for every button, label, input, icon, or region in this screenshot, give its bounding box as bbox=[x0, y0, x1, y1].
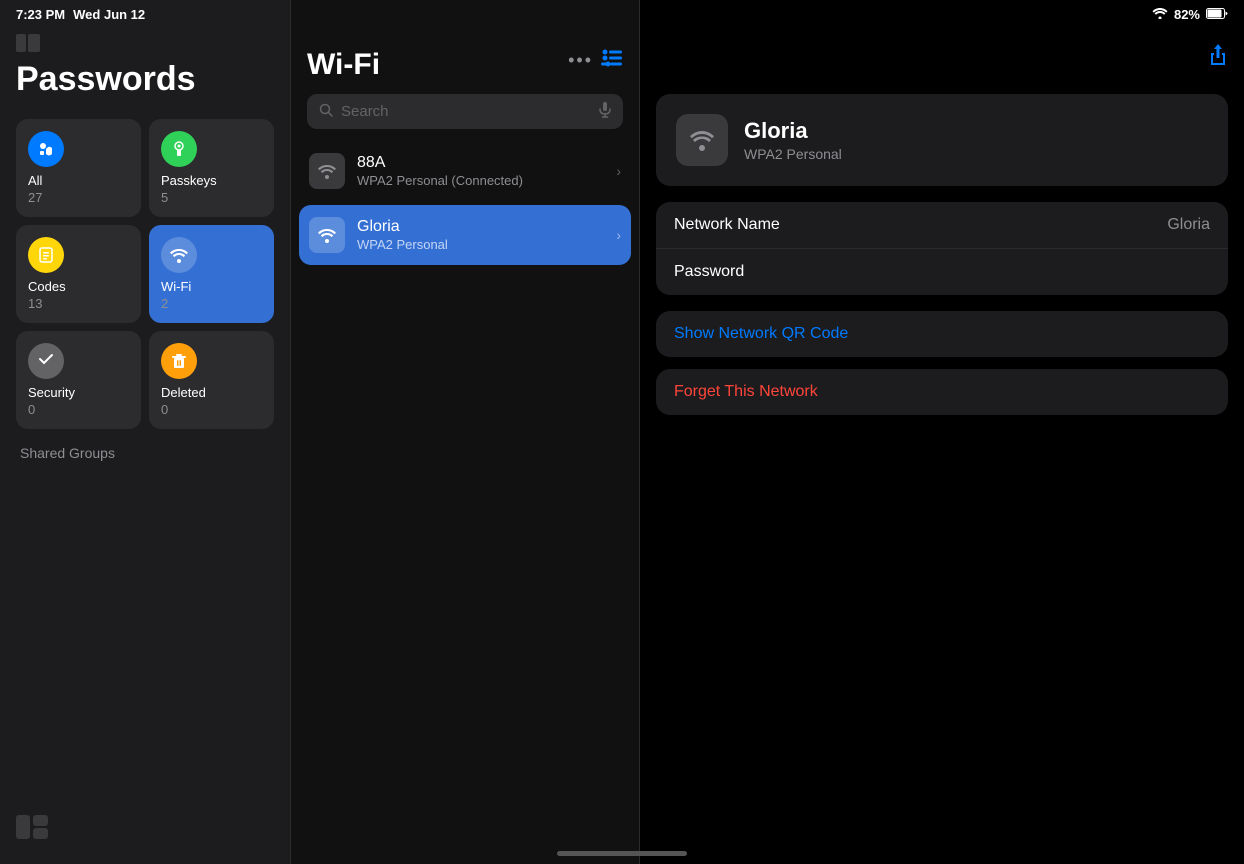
password-row[interactable]: Password bbox=[656, 249, 1228, 295]
network-sub-88a: WPA2 Personal (Connected) bbox=[357, 173, 604, 188]
network-name-88a: 88A bbox=[357, 154, 604, 172]
category-grid-2: Security 0 Deleted 0 bbox=[16, 331, 274, 429]
wifi-status-icon bbox=[1152, 7, 1168, 22]
sidebar-toggle-button[interactable] bbox=[16, 34, 40, 57]
network-item-88a[interactable]: 88A WPA2 Personal (Connected) › bbox=[299, 141, 631, 201]
wifi-label: Wi-Fi bbox=[161, 279, 262, 294]
sidebar-title: Passwords bbox=[16, 60, 274, 99]
detail-panel: Gloria WPA2 Personal Network Name Gloria… bbox=[640, 0, 1244, 864]
filter-icon[interactable] bbox=[601, 48, 623, 73]
codes-count: 13 bbox=[28, 296, 129, 311]
forget-section: Forget This Network bbox=[656, 369, 1228, 415]
info-section: Network Name Gloria Password bbox=[656, 202, 1228, 295]
network-name-value: Gloria bbox=[1167, 216, 1210, 234]
category-all[interactable]: All 27 bbox=[16, 119, 141, 217]
search-icon bbox=[319, 103, 333, 120]
deleted-icon bbox=[161, 343, 197, 379]
network-chevron-gloria: › bbox=[616, 227, 621, 243]
search-bar[interactable] bbox=[307, 94, 623, 129]
sidebar-bottom-button[interactable] bbox=[16, 815, 48, 844]
network-name-gloria: Gloria bbox=[357, 218, 604, 236]
network-item-gloria[interactable]: Gloria WPA2 Personal › bbox=[299, 205, 631, 265]
show-qr-section: Show Network QR Code bbox=[656, 311, 1228, 357]
network-name-label: Network Name bbox=[674, 216, 780, 234]
network-info-gloria: Gloria WPA2 Personal bbox=[357, 218, 604, 252]
category-codes[interactable]: Codes 13 bbox=[16, 225, 141, 323]
home-indicator bbox=[557, 851, 687, 856]
middle-panel-title: Wi-Fi bbox=[307, 48, 380, 82]
passkeys-count: 5 bbox=[161, 190, 262, 205]
status-time: 7:23 PM bbox=[16, 7, 65, 22]
category-grid: All 27 Passkeys 5 bbox=[16, 119, 274, 323]
detail-network-name: Gloria bbox=[744, 118, 842, 144]
category-security[interactable]: Security 0 bbox=[16, 331, 141, 429]
show-qr-button[interactable]: Show Network QR Code bbox=[656, 311, 1228, 357]
wifi-count: 2 bbox=[161, 296, 262, 311]
password-label: Password bbox=[674, 263, 744, 281]
security-count: 0 bbox=[28, 402, 129, 417]
network-chevron-88a: › bbox=[616, 163, 621, 179]
category-deleted[interactable]: Deleted 0 bbox=[149, 331, 274, 429]
mic-icon[interactable] bbox=[599, 102, 611, 121]
security-label: Security bbox=[28, 385, 129, 400]
codes-label: Codes bbox=[28, 279, 129, 294]
search-input[interactable] bbox=[341, 103, 591, 120]
security-icon bbox=[28, 343, 64, 379]
network-wifi-icon-88a bbox=[309, 153, 345, 189]
header-icons: ••• bbox=[568, 48, 623, 73]
forget-network-button[interactable]: Forget This Network bbox=[656, 369, 1228, 415]
category-wifi[interactable]: Wi-Fi 2 bbox=[149, 225, 274, 323]
status-right-icons: 82% bbox=[1152, 7, 1228, 22]
deleted-label: Deleted bbox=[161, 385, 262, 400]
battery-percentage: 82% bbox=[1174, 7, 1200, 22]
all-icon bbox=[28, 131, 64, 167]
share-button[interactable] bbox=[1208, 44, 1228, 74]
wifi-icon bbox=[161, 237, 197, 273]
network-info-88a: 88A WPA2 Personal (Connected) bbox=[357, 154, 604, 188]
network-list: 88A WPA2 Personal (Connected) › Gloria W… bbox=[291, 141, 639, 265]
detail-network-info: Gloria WPA2 Personal bbox=[744, 118, 842, 162]
more-options-icon[interactable]: ••• bbox=[568, 50, 593, 71]
middle-panel: Wi-Fi ••• bbox=[290, 0, 640, 864]
network-wifi-icon-gloria bbox=[309, 217, 345, 253]
category-passkeys[interactable]: Passkeys 5 bbox=[149, 119, 274, 217]
all-label: All bbox=[28, 173, 129, 188]
status-bar: 7:23 PM Wed Jun 12 82% bbox=[0, 0, 1244, 28]
status-date: Wed Jun 12 bbox=[73, 7, 145, 22]
detail-top-bar bbox=[656, 44, 1228, 74]
detail-network-subtitle: WPA2 Personal bbox=[744, 146, 842, 162]
codes-icon bbox=[28, 237, 64, 273]
passkeys-label: Passkeys bbox=[161, 173, 262, 188]
network-sub-gloria: WPA2 Personal bbox=[357, 237, 604, 252]
detail-wifi-icon bbox=[676, 114, 728, 166]
network-detail-card: Gloria WPA2 Personal bbox=[656, 94, 1228, 186]
passkeys-icon bbox=[161, 131, 197, 167]
shared-groups-label: Shared Groups bbox=[16, 445, 274, 461]
network-name-row: Network Name Gloria bbox=[656, 202, 1228, 249]
battery-icon bbox=[1206, 7, 1228, 22]
sidebar: Passwords All 27 Passke bbox=[0, 0, 290, 864]
all-count: 27 bbox=[28, 190, 129, 205]
deleted-count: 0 bbox=[161, 402, 262, 417]
